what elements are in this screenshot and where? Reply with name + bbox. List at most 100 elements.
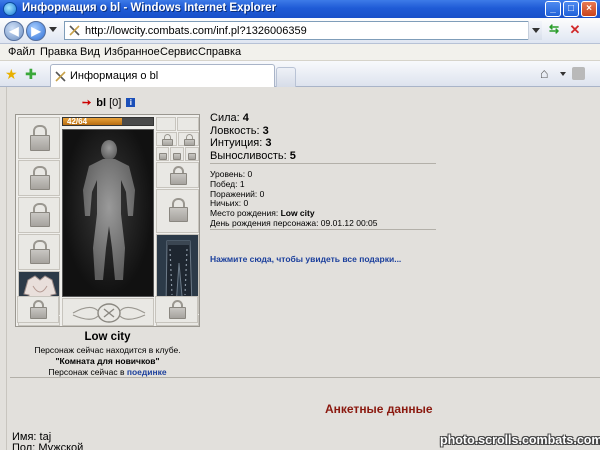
- character-level: [0]: [109, 97, 122, 109]
- slot-small-2[interactable]: [178, 132, 199, 146]
- divider: [6, 87, 7, 450]
- duel-prefix: Персонаж сейчас в: [48, 367, 125, 377]
- hp-text: 42/64: [67, 117, 88, 126]
- menu-file[interactable]: Файл: [8, 46, 35, 58]
- duel-link[interactable]: поединке: [127, 367, 167, 377]
- stat-agility: Ловкость: 3: [210, 125, 296, 138]
- slot-boots-left[interactable]: [17, 296, 59, 323]
- title-bar: Информация о bl - Windows Internet Explo…: [0, 0, 600, 18]
- slot-shield[interactable]: [156, 189, 199, 233]
- slot-scroll-3[interactable]: [185, 147, 199, 161]
- sex-label: Пол:: [12, 442, 36, 450]
- character-header: ➙ bl [0] i: [82, 96, 136, 109]
- stat-value: 3: [262, 124, 269, 137]
- arrow-icon: ➙: [82, 97, 92, 109]
- room-name: "Комната для новичков": [55, 356, 160, 366]
- favorites-star-icon[interactable]: ★: [5, 66, 18, 83]
- gifts-link[interactable]: Нажмите сюда, чтобы увидеть все подарки.…: [210, 254, 401, 264]
- lock-body: [169, 307, 186, 319]
- back-button[interactable]: ◀: [4, 21, 24, 41]
- birthplace-label: Место рождения:: [210, 208, 279, 219]
- character-name: bl: [96, 97, 107, 109]
- lock-body: [30, 307, 47, 319]
- lock-body: [30, 212, 50, 227]
- hp-bar: 42/64: [62, 117, 154, 126]
- divider: [210, 163, 436, 164]
- lock-body: [162, 139, 173, 146]
- lock-body: [173, 153, 181, 160]
- character-avatar: [62, 129, 154, 297]
- new-tab-button[interactable]: [276, 67, 296, 87]
- stat-value: 3: [265, 137, 272, 149]
- lock-body: [170, 173, 187, 185]
- slot-helmet[interactable]: [18, 117, 60, 159]
- url-text: http://lowcity.combats.com/inf.pl?132600…: [85, 25, 307, 37]
- stat-strength: Сила: 4: [210, 112, 296, 125]
- club-line: Персонаж сейчас находится в клубе.: [34, 345, 181, 355]
- menu-favorites[interactable]: Избранное: [104, 46, 160, 58]
- stat-label: Ловкость:: [210, 124, 260, 137]
- info-birthday: День рождения персонажа: 09.01.12 00:05: [210, 217, 378, 228]
- city-name: Low city: [84, 331, 131, 343]
- slot-ring-1[interactable]: [156, 117, 176, 131]
- tab-info[interactable]: Информация о bl: [50, 64, 275, 87]
- menu-edit[interactable]: Правка: [40, 46, 77, 58]
- add-favorites-icon[interactable]: ✚: [25, 66, 37, 83]
- address-bar: ◀ ▶ http://lowcity.combats.com/inf.pl?13…: [0, 18, 600, 44]
- refresh-button[interactable]: ⇆: [545, 22, 563, 39]
- menu-help[interactable]: Справка: [198, 46, 241, 58]
- slot-scroll-1[interactable]: [156, 147, 169, 161]
- url-input[interactable]: http://lowcity.combats.com/inf.pl?132600…: [64, 21, 542, 40]
- birthplace-value: Low city: [280, 208, 315, 219]
- recent-pages-dropdown[interactable]: [49, 27, 57, 32]
- lock-body: [188, 153, 196, 160]
- location-text: Персонаж сейчас находится в клубе. "Комн…: [15, 345, 200, 378]
- character-silhouette-icon: [83, 140, 135, 280]
- stat-intuition: Интуиция: 3: [210, 137, 296, 150]
- lock-body: [30, 175, 50, 190]
- minimize-button[interactable]: _: [545, 1, 561, 17]
- slot-scroll-2[interactable]: [170, 147, 184, 161]
- maximize-button[interactable]: □: [563, 1, 579, 17]
- menu-bar: Файл Правка Вид Избранное Сервис Справка: [0, 44, 600, 61]
- stat-label: Интуиция:: [210, 137, 263, 149]
- rss-icon[interactable]: [572, 67, 585, 80]
- window-title: Информация о bl - Windows Internet Explo…: [22, 2, 277, 14]
- stat-endurance: Выносливость: 5: [210, 150, 296, 163]
- tab-favicon-icon: [55, 71, 66, 82]
- slot-boots[interactable]: [62, 298, 154, 326]
- slot-small-1[interactable]: [156, 132, 177, 146]
- slot-gloves[interactable]: [156, 162, 199, 188]
- forward-button[interactable]: ▶: [26, 21, 46, 41]
- tab-bar: ★ ✚ Информация о bl ⌂: [0, 61, 600, 87]
- stop-button[interactable]: ✕: [566, 22, 584, 39]
- home-icon[interactable]: ⌂: [540, 65, 548, 81]
- lock-body: [169, 207, 188, 222]
- page-content: ➙ bl [0] i 42/64 Low city Персонаж сейча…: [0, 87, 600, 450]
- profile-sex-row: Пол: Мужской: [12, 442, 83, 450]
- sex-value: Мужской: [38, 442, 84, 450]
- stat-label: Сила:: [210, 112, 240, 124]
- stat-value: 4: [242, 112, 249, 124]
- url-dropdown[interactable]: [528, 21, 542, 40]
- watermark: photo.scrolls.combats.com: [440, 433, 600, 447]
- slot-earrings[interactable]: [18, 160, 60, 196]
- lock-body: [30, 135, 50, 151]
- slot-boots-right[interactable]: [155, 296, 198, 323]
- info-icon[interactable]: i: [126, 98, 136, 107]
- divider: [10, 377, 600, 378]
- menu-view[interactable]: Вид: [80, 46, 100, 58]
- home-dropdown[interactable]: [560, 72, 566, 76]
- tab-label: Информация о bl: [70, 70, 159, 82]
- emblem-icon: [72, 303, 146, 323]
- slot-weapon[interactable]: [18, 234, 60, 270]
- lock-body: [159, 153, 167, 160]
- divider: [210, 229, 436, 230]
- slot-necklace[interactable]: [18, 197, 60, 233]
- profile-heading: Анкетные данные: [325, 402, 433, 416]
- stat-value: 5: [289, 149, 296, 162]
- site-favicon-icon: [69, 25, 80, 36]
- close-button[interactable]: ×: [581, 1, 597, 17]
- menu-tools[interactable]: Сервис: [160, 46, 198, 58]
- slot-ring-2[interactable]: [177, 117, 199, 131]
